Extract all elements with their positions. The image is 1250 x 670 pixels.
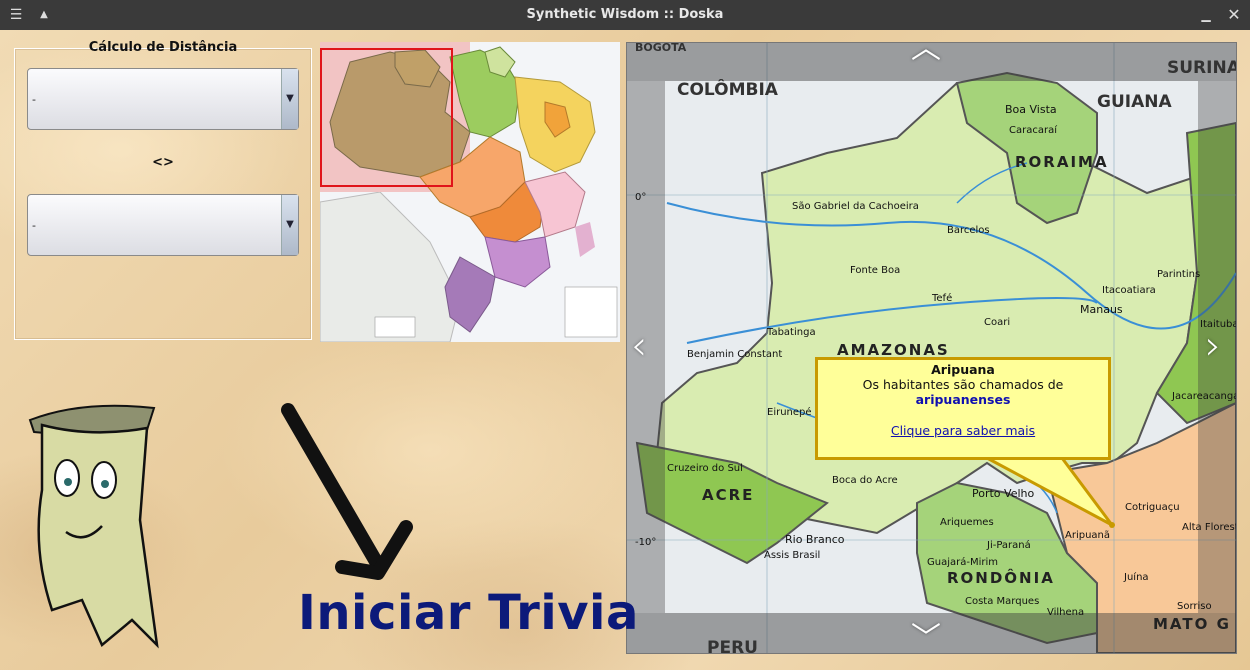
city-label: Tefé <box>931 292 952 304</box>
city-label: Ariquemes <box>940 517 994 528</box>
title-bar: ☰ ▲ Synthetic Wisdom :: Doska ▁ ✕ <box>0 0 1250 31</box>
city-label: Aripuanã <box>1065 530 1110 541</box>
info-popup: Aripuana Os habitantes são chamados de a… <box>815 357 1111 460</box>
city-label: São Gabriel da Cachoeira <box>792 201 919 212</box>
city-label: Juína <box>1123 571 1149 583</box>
arrow-down-right-icon <box>281 403 413 580</box>
chevron-left-icon[interactable]: ‹ <box>631 323 647 369</box>
state-label: MATO G <box>1153 615 1231 633</box>
city-label: Itacoatiara <box>1102 285 1156 296</box>
brazil-minimap[interactable] <box>320 42 620 342</box>
from-city-value: - <box>32 93 36 106</box>
window-title: Synthetic Wisdom :: Doska <box>526 7 724 22</box>
city-label: Coari <box>984 317 1010 328</box>
city-label: Boa Vista <box>1005 103 1057 116</box>
country-label: BOGOTA <box>635 43 687 54</box>
city-label: Alta Floresta <box>1182 522 1236 533</box>
distance-panel: Cálculo de Distância - ▼ <> - ▼ <box>14 40 312 340</box>
city-label: Boca do Acre <box>832 475 898 486</box>
start-trivia-button[interactable]: Iniciar Trivia <box>298 585 639 641</box>
city-label: Manaus <box>1080 303 1123 316</box>
to-city-select[interactable]: - ▼ <box>27 194 299 256</box>
city-label: Benjamin Constant <box>687 349 782 360</box>
popup-text: Os habitantes são chamados de <box>862 377 1064 392</box>
chevron-right-icon[interactable]: › <box>1205 323 1221 369</box>
city-label: Cotriguaçu <box>1125 502 1180 513</box>
city-label: Barcelos <box>947 225 990 236</box>
popup-demonym: aripuanenses <box>915 392 1011 407</box>
state-label: RORAIMA <box>1015 153 1109 171</box>
country-label: PERU <box>707 638 758 653</box>
country-label: SURINA <box>1167 58 1236 78</box>
city-label: Assis Brasil <box>764 550 820 561</box>
city-label: Guajará-Mirim <box>927 556 998 568</box>
region-map[interactable]: COLÔMBIA GUIANA SURINA PERU BOGOTA RORAI… <box>626 42 1237 654</box>
popup-link[interactable]: Clique para saber mais <box>818 423 1108 438</box>
distance-panel-title: Cálculo de Distância <box>88 40 238 55</box>
country-label: COLÔMBIA <box>677 78 779 100</box>
city-label: Rio Branco <box>785 533 845 546</box>
city-label: Ji-Paraná <box>986 539 1031 551</box>
city-label: Vilhena <box>1047 607 1084 618</box>
city-label: Sorriso <box>1177 601 1212 612</box>
chevron-down-icon[interactable]: ﹀ <box>911 613 941 653</box>
city-label: Fonte Boa <box>850 265 900 276</box>
city-label: Costa Marques <box>965 596 1039 607</box>
mascot-illustration <box>28 404 159 649</box>
city-label: Jacareacanga <box>1171 391 1236 402</box>
city-label: Parintins <box>1157 269 1200 280</box>
country-label: GUIANA <box>1097 92 1172 112</box>
lat-label: 0° <box>635 192 646 203</box>
popup-title: Aripuana <box>931 362 995 377</box>
to-city-value: - <box>32 219 36 232</box>
state-label: ACRE <box>702 486 754 504</box>
distance-separator: <> <box>152 155 174 170</box>
city-label: Eirunepé <box>767 406 812 418</box>
state-label: RONDÔNIA <box>947 568 1055 587</box>
chevron-down-icon[interactable]: ▼ <box>281 69 298 129</box>
chevron-up-icon[interactable]: ︿ <box>911 43 941 67</box>
lat-label: -10° <box>635 537 656 548</box>
city-label: Caracaraí <box>1009 124 1058 136</box>
city-label: Cruzeiro do Sul <box>667 463 743 474</box>
close-icon[interactable]: ✕ <box>1220 0 1248 30</box>
minimize-icon[interactable]: ▁ <box>1192 0 1220 30</box>
city-label: Tabatinga <box>766 327 816 338</box>
city-label: Porto Velho <box>972 487 1034 500</box>
from-city-select[interactable]: - ▼ <box>27 68 299 130</box>
chevron-down-icon[interactable]: ▼ <box>281 195 298 255</box>
